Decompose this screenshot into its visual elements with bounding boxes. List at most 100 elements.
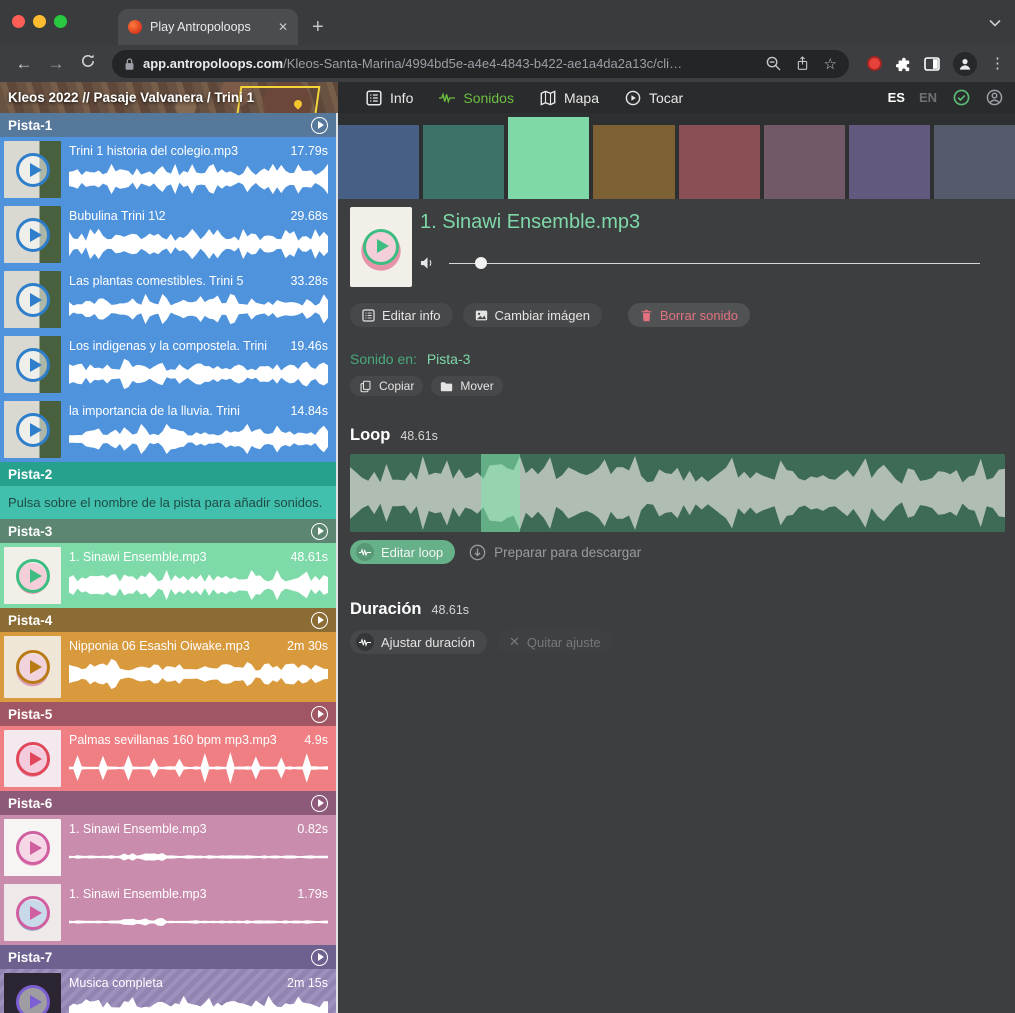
adjust-duration-button[interactable]: Ajustar duración (350, 630, 487, 654)
minimize-window-button[interactable] (33, 15, 46, 28)
browser-menu-icon[interactable]: ⋮ (990, 56, 1005, 71)
new-tab-button[interactable]: + (312, 16, 324, 45)
close-window-button[interactable] (12, 15, 25, 28)
language-es[interactable]: ES (888, 90, 905, 105)
clip-thumbnail[interactable] (4, 206, 61, 263)
recording-extension-icon[interactable] (867, 56, 882, 71)
sound-play-button[interactable] (363, 229, 399, 265)
clip-thumbnail[interactable] (4, 141, 61, 198)
clip-play-button[interactable] (16, 742, 50, 776)
clip-row[interactable]: Bubulina Trini 1\2 29.68s (0, 202, 336, 267)
track-play-button[interactable] (311, 949, 328, 966)
extensions-puzzle-icon[interactable] (895, 56, 911, 72)
url-text[interactable]: app.antropoloops.com/Kleos-Santa-Marina/… (143, 56, 758, 71)
language-en[interactable]: EN (919, 90, 937, 105)
clip-thumbnail[interactable] (4, 884, 61, 941)
breadcrumb[interactable]: Kleos 2022 // Pasaje Valvanera / Trini 1 (8, 82, 254, 113)
edit-loop-button[interactable]: Editar loop (350, 540, 455, 564)
clip-play-button[interactable] (16, 985, 50, 1013)
track-color-swatch-4[interactable] (593, 125, 674, 199)
clip-play-button[interactable] (16, 831, 50, 865)
clip-play-button[interactable] (16, 559, 50, 593)
track-color-swatch-1[interactable] (338, 125, 419, 199)
profile-avatar[interactable] (953, 52, 977, 76)
map-thumbnail[interactable]: Kleos 2022 // Pasaje Valvanera / Trini 1 (0, 82, 338, 113)
volume-slider[interactable] (449, 257, 980, 269)
track-play-button[interactable] (311, 706, 328, 723)
move-button[interactable]: Mover (431, 376, 502, 396)
track-color-swatch-7[interactable] (849, 125, 930, 199)
side-panel-icon[interactable] (924, 56, 940, 72)
loop-waveform-panel[interactable] (350, 454, 1005, 532)
zoom-out-icon[interactable] (766, 56, 781, 71)
address-bar[interactable]: app.antropoloops.com/Kleos-Santa-Marina/… (112, 50, 849, 78)
fullscreen-window-button[interactable] (54, 15, 67, 28)
clip-play-button[interactable] (16, 283, 50, 317)
delete-sound-button[interactable]: Borrar sonido (628, 303, 750, 327)
clip-thumbnail[interactable] (4, 336, 61, 393)
forward-button[interactable]: → (42, 54, 70, 74)
track-color-swatch-5[interactable] (679, 125, 760, 199)
back-button[interactable]: ← (10, 54, 38, 74)
clip-play-button[interactable] (16, 348, 50, 382)
track-header-pista-4[interactable]: Pista-4 (0, 608, 336, 632)
clip-row[interactable]: 1. Sinawi Ensemble.mp3 48.61s (0, 543, 336, 608)
clip-thumbnail[interactable] (4, 819, 61, 876)
track-header-pista-1[interactable]: Pista-1 (0, 113, 336, 137)
clip-play-button[interactable] (16, 896, 50, 930)
track-header-pista-5[interactable]: Pista-5 (0, 702, 336, 726)
track-play-button[interactable] (311, 523, 328, 540)
clip-play-button[interactable] (16, 218, 50, 252)
change-image-button[interactable]: Cambiar imágen (463, 303, 602, 327)
track-header-pista-2[interactable]: Pista-2 (0, 462, 336, 486)
clip-row[interactable]: Nipponia 06 Esashi Oiwake.mp3 2m 30s (0, 632, 336, 702)
track-play-button[interactable] (311, 795, 328, 812)
clip-play-button[interactable] (16, 650, 50, 684)
nav-item-tocar[interactable]: Tocar (617, 90, 691, 106)
loop-playhead-band[interactable] (481, 454, 520, 532)
clip-row[interactable]: Palmas sevillanas 160 bpm mp3.mp3 4.9s (0, 726, 336, 791)
share-icon[interactable] (795, 56, 810, 71)
copy-button[interactable]: Copiar (350, 376, 423, 396)
clip-row[interactable]: Los indigenas y la compostela. Trini 19.… (0, 332, 336, 397)
track-color-swatch-6[interactable] (764, 125, 845, 199)
track-play-button[interactable] (311, 612, 328, 629)
clip-thumbnail[interactable] (4, 636, 61, 698)
reload-button[interactable] (74, 53, 102, 74)
sound-location-link[interactable]: Pista-3 (427, 351, 471, 367)
nav-item-info[interactable]: Info (358, 90, 421, 106)
tab-close-icon[interactable]: ✕ (278, 20, 288, 34)
volume-knob[interactable] (475, 257, 487, 269)
clip-play-button[interactable] (16, 413, 50, 447)
bookmark-star-icon[interactable]: ☆ (824, 55, 837, 73)
clip-row[interactable]: 1. Sinawi Ensemble.mp3 0.82s (0, 815, 336, 880)
sound-thumbnail[interactable] (350, 207, 412, 287)
tab-search-chevron-icon[interactable] (989, 14, 1001, 32)
track-header-pista-3[interactable]: Pista-3 (0, 519, 336, 543)
nav-item-sonidos[interactable]: Sonidos (431, 90, 522, 106)
track-color-swatch-3[interactable] (508, 117, 589, 199)
track-color-swatch-2[interactable] (423, 125, 504, 199)
prepare-download-button[interactable]: Preparar para descargar (469, 544, 641, 561)
clip-thumbnail[interactable] (4, 271, 61, 328)
clip-row[interactable]: Trini 1 historia del colegio.mp3 17.79s (0, 137, 336, 202)
clip-row[interactable]: Las plantas comestibles. Trini 5 33.28s (0, 267, 336, 332)
saved-check-icon[interactable] (953, 89, 970, 106)
track-header-pista-7[interactable]: Pista-7 (0, 945, 336, 969)
clip-thumbnail[interactable] (4, 547, 61, 604)
track-header-pista-6[interactable]: Pista-6 (0, 791, 336, 815)
account-icon[interactable] (986, 89, 1003, 106)
clip-thumbnail[interactable] (4, 401, 61, 458)
browser-tab[interactable]: Play Antropoloops ✕ (118, 9, 298, 45)
clip-play-button[interactable] (16, 153, 50, 187)
clear-adjust-button[interactable]: ✕ Quitar ajuste (497, 630, 613, 654)
clip-thumbnail[interactable] (4, 973, 61, 1013)
edit-info-button[interactable]: Editar info (350, 303, 453, 327)
nav-item-mapa[interactable]: Mapa (532, 90, 607, 106)
track-color-swatch-8[interactable] (934, 125, 1015, 199)
clip-thumbnail[interactable] (4, 730, 61, 787)
clip-row[interactable]: 1. Sinawi Ensemble.mp3 1.79s (0, 880, 336, 945)
clip-row[interactable]: Musica completa 2m 15s (0, 969, 336, 1013)
clip-row[interactable]: la importancia de la lluvia. Trini 14.84… (0, 397, 336, 462)
track-play-button[interactable] (311, 117, 328, 134)
